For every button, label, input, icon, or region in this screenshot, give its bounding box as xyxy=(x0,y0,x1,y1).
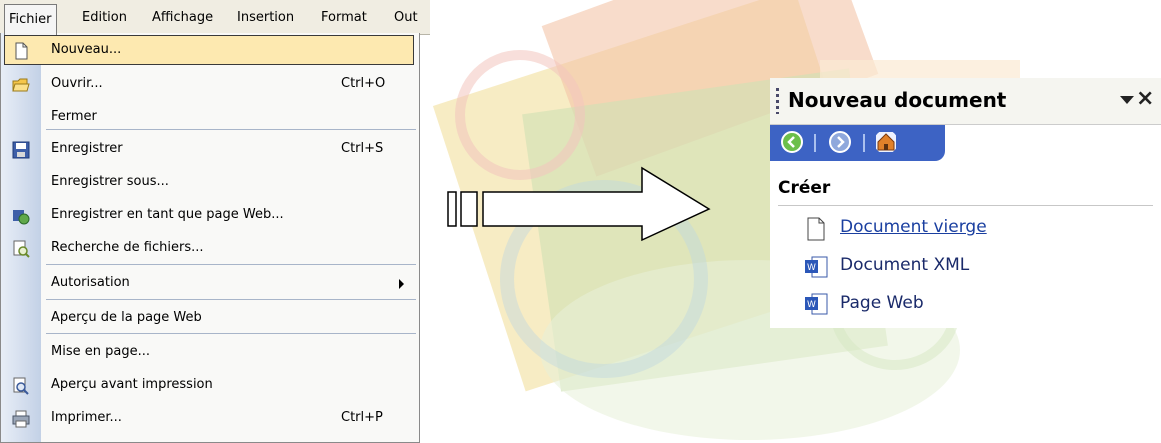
menu-item-label: Ouvrir... xyxy=(51,76,103,91)
menu-insertion[interactable]: Insertion xyxy=(233,8,298,28)
menu-outils[interactable]: Out xyxy=(390,8,422,28)
home-icon[interactable] xyxy=(874,130,898,154)
submenu-arrow-icon xyxy=(399,279,404,289)
menu-item-label: Enregistrer en tant que page Web... xyxy=(51,207,284,222)
menu-item-label: Mise en page... xyxy=(51,344,150,359)
menu-format[interactable]: Format xyxy=(317,8,371,28)
menu-item-autorisation[interactable]: Autorisation xyxy=(1,268,419,301)
blank-document-icon xyxy=(807,217,825,241)
task-pane-title: Nouveau document xyxy=(788,88,1007,112)
menu-item-ouvrir[interactable]: Ouvrir... Ctrl+O xyxy=(1,69,419,102)
print-preview-icon xyxy=(13,377,29,395)
section-divider xyxy=(778,205,1153,206)
menu-separator xyxy=(46,264,416,265)
menu-item-label: Aperçu avant impression xyxy=(51,377,213,392)
menu-item-apercu-web[interactable]: Aperçu de la page Web xyxy=(1,303,419,336)
web-save-icon xyxy=(13,210,30,225)
shortcut-label: Ctrl+O xyxy=(341,76,386,91)
forward-icon[interactable] xyxy=(828,130,852,154)
menu-bar: Fichier Edition Affichage Insertion Form… xyxy=(0,0,430,35)
menu-item-label: Aperçu de la page Web xyxy=(51,310,202,325)
file-dropdown: Nouveau... Ouvrir... Ctrl+O Fermer Enreg… xyxy=(0,33,420,443)
menu-separator xyxy=(46,129,416,130)
menu-item-mise-en-page[interactable]: Mise en page... xyxy=(1,337,419,370)
task-pane-nouveau-document: Nouveau document × Créer Document vierge… xyxy=(770,78,1161,328)
task-pane-nav-bar xyxy=(770,125,945,161)
menu-item-label: Autorisation xyxy=(51,275,130,290)
svg-text:W: W xyxy=(807,263,816,273)
menu-item-label: Imprimer... xyxy=(51,410,122,425)
printer-icon xyxy=(12,410,30,428)
menu-item-enregistrer-sous[interactable]: Enregistrer sous... xyxy=(1,167,419,200)
menu-item-label: Nouveau... xyxy=(51,42,122,57)
task-pane-titlebar: Nouveau document × xyxy=(770,78,1161,125)
menu-item-label: Fermer xyxy=(51,109,97,124)
menu-affichage[interactable]: Affichage xyxy=(148,8,217,28)
folder-open-icon xyxy=(12,78,30,92)
menu-item-label: Enregistrer sous... xyxy=(51,174,169,189)
word-document-icon: W xyxy=(805,293,828,315)
save-disk-icon xyxy=(12,141,30,159)
close-icon[interactable]: × xyxy=(1136,86,1154,111)
menu-item-imprimer[interactable]: Imprimer... Ctrl+P xyxy=(1,403,419,436)
menu-separator xyxy=(46,333,416,334)
right-arrow-icon xyxy=(447,166,711,242)
pane-dropdown-icon[interactable] xyxy=(1120,96,1134,104)
word-document-icon: W xyxy=(805,256,828,278)
menu-item-fermer[interactable]: Fermer xyxy=(1,102,419,135)
link-document-vierge[interactable]: Document vierge xyxy=(840,217,987,237)
menu-fichier[interactable]: Fichier xyxy=(4,4,57,35)
new-doc-icon xyxy=(15,42,28,60)
link-document-xml[interactable]: Document XML xyxy=(840,255,969,275)
menu-separator xyxy=(46,299,416,300)
back-icon[interactable] xyxy=(780,130,804,154)
menu-edition[interactable]: Edition xyxy=(78,8,131,28)
menu-item-recherche[interactable]: Recherche de fichiers... xyxy=(1,233,419,266)
menu-item-apercu-impression[interactable]: Aperçu avant impression xyxy=(1,370,419,403)
drag-grip[interactable] xyxy=(776,88,779,114)
menu-item-nouveau[interactable]: Nouveau... xyxy=(1,35,419,68)
menu-item-enregistrer[interactable]: Enregistrer Ctrl+S xyxy=(1,134,419,167)
file-menu-window: Fichier Edition Affichage Insertion Form… xyxy=(0,0,430,443)
menu-item-label: Recherche de fichiers... xyxy=(51,240,204,255)
svg-text:W: W xyxy=(807,300,816,310)
section-heading-creer: Créer xyxy=(778,178,831,198)
file-search-icon xyxy=(13,240,30,258)
shortcut-label: Ctrl+S xyxy=(341,141,384,156)
menu-item-enregistrer-web[interactable]: Enregistrer en tant que page Web... xyxy=(1,200,419,233)
flow-arrow xyxy=(447,165,717,249)
link-page-web[interactable]: Page Web xyxy=(840,293,924,313)
menu-item-label: Enregistrer xyxy=(51,141,123,156)
shortcut-label: Ctrl+P xyxy=(341,410,383,425)
